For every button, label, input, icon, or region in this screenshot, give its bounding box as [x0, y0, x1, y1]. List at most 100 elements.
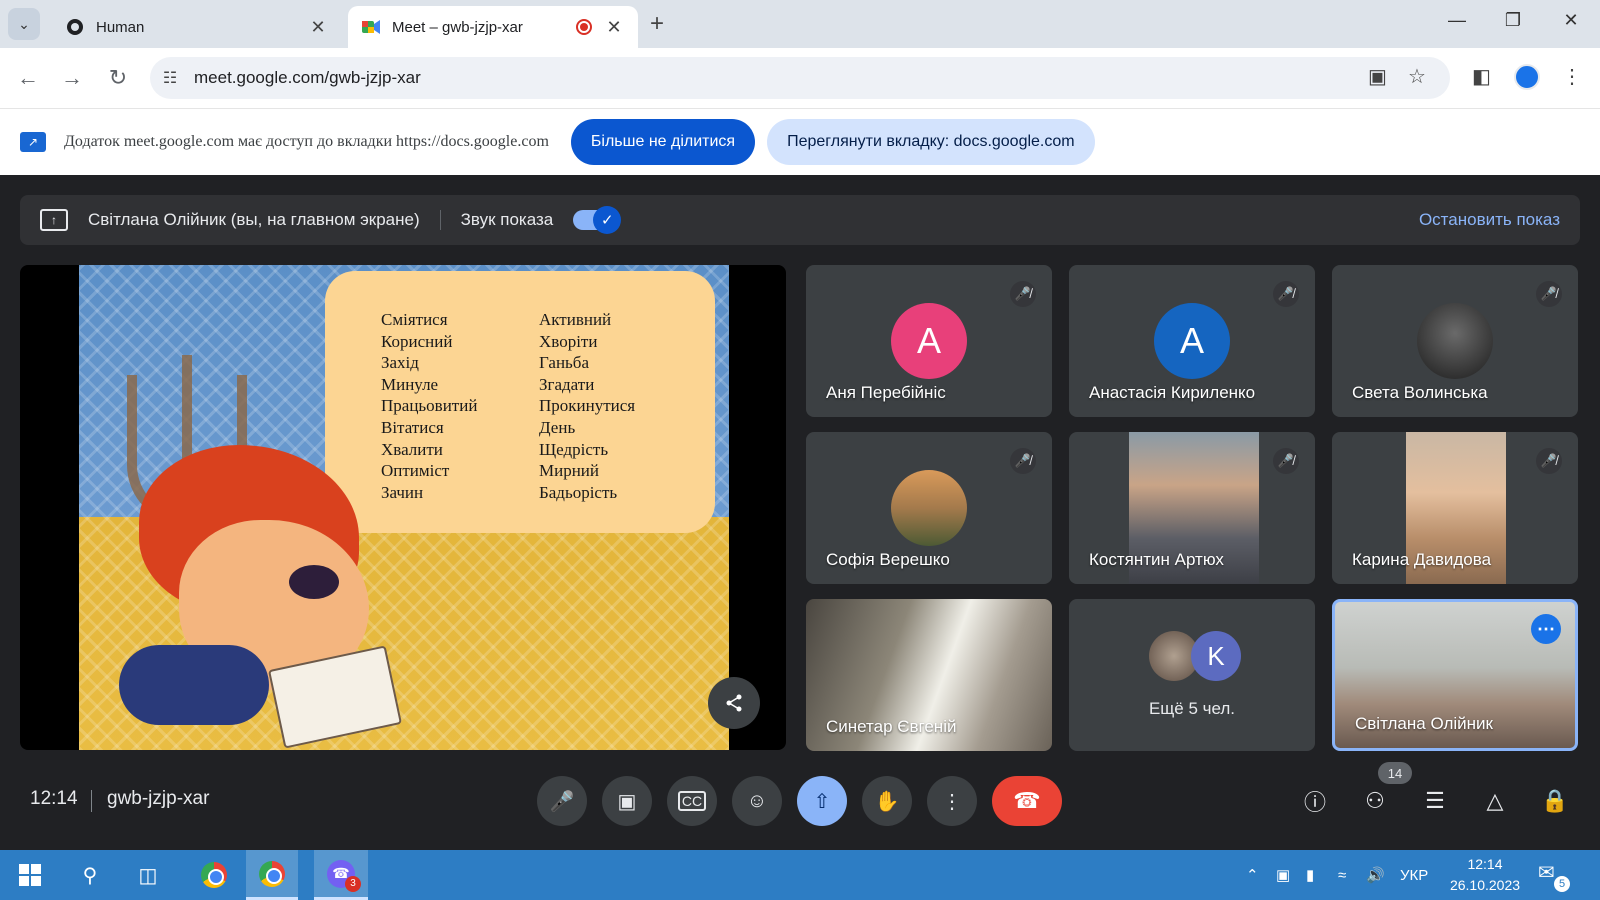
- participant-tile[interactable]: 🎤̸ Софія Верешко: [806, 432, 1052, 584]
- word-column-right: Активний Хворіти Ганьба Згадати Прокинут…: [539, 309, 635, 503]
- participant-name: Анастасія Кириленко: [1089, 383, 1256, 402]
- participant-count-badge: 14: [1378, 762, 1412, 784]
- new-tab-plus-icon[interactable]: +: [650, 10, 664, 38]
- back-arrow-icon[interactable]: ←: [14, 65, 42, 91]
- present-now-button[interactable]: ⇧: [797, 776, 847, 826]
- mic-off-icon: 🎤̸: [1536, 448, 1562, 474]
- avatar: А: [1154, 303, 1230, 379]
- participant-name: Аня Перебійніс: [826, 383, 946, 402]
- tab-meet[interactable]: Meet – gwb-jzjp-xar ✕: [348, 6, 638, 48]
- captions-icon: CC: [677, 791, 707, 811]
- camera-button[interactable]: ▣: [602, 776, 652, 826]
- minimize-icon[interactable]: —: [1442, 10, 1472, 31]
- leave-call-button[interactable]: ☎: [992, 776, 1062, 826]
- microphone-button[interactable]: 🎤: [537, 776, 587, 826]
- word: Працьовитий: [381, 396, 478, 416]
- input-language[interactable]: УКР: [1400, 850, 1428, 900]
- mic-off-icon: 🎤̸: [1010, 448, 1036, 474]
- human-favicon-icon: [66, 18, 84, 36]
- mic-off-icon: 🎤̸: [1273, 281, 1299, 307]
- participant-name: Синетар Євгеній: [826, 717, 957, 736]
- show-hidden-icons-chevron-icon[interactable]: ⌃: [1246, 850, 1259, 900]
- participant-name: Карина Давидова: [1352, 550, 1492, 569]
- site-settings-icon[interactable]: ☷: [150, 68, 190, 88]
- participant-tile[interactable]: Синетар Євгеній: [806, 599, 1052, 751]
- people-icon[interactable]: ⚇: [1358, 784, 1392, 818]
- participant-tile[interactable]: 🎤̸ Костянтин Артюх: [1069, 432, 1315, 584]
- network-icon[interactable]: ≈: [1338, 850, 1346, 900]
- stop-presenting-button[interactable]: Остановить показ: [1419, 210, 1560, 230]
- chrome-taskbar-icon-active[interactable]: [246, 850, 298, 900]
- avatar-photo: [1417, 303, 1493, 379]
- more-options-icon[interactable]: ⋯: [1531, 614, 1561, 644]
- notifications-icon[interactable]: ✉ 5: [1538, 860, 1570, 892]
- participant-tile[interactable]: 🎤̸ Света Волинська: [1332, 265, 1578, 417]
- bookmark-star-icon[interactable]: ☆: [1408, 64, 1426, 89]
- self-tile[interactable]: ⋯ Світлана Олійник: [1332, 599, 1578, 751]
- profile-avatar[interactable]: [1514, 64, 1540, 90]
- close-tab-icon[interactable]: ✕: [308, 17, 328, 38]
- forward-arrow-icon[interactable]: →: [58, 65, 86, 91]
- system-clock[interactable]: 12:14 26.10.2023: [1440, 854, 1530, 896]
- captions-button[interactable]: CC: [667, 776, 717, 826]
- camera-in-use-icon[interactable]: ▣: [1368, 64, 1387, 89]
- viber-taskbar-icon[interactable]: ☎ 3: [314, 850, 368, 900]
- browser-tab-strip: ⌄ Human ✕ Meet – gwb-jzjp-xar ✕ + — ❐ ✕: [0, 0, 1600, 48]
- address-bar[interactable]: ☷ meet.google.com/gwb-jzjp-xar: [150, 57, 1450, 99]
- task-view-icon[interactable]: ◫: [122, 850, 174, 900]
- word: Сміятися: [381, 310, 448, 329]
- security-tray-icon[interactable]: ▣: [1276, 850, 1290, 900]
- reload-icon[interactable]: ↻: [104, 65, 132, 91]
- more-participants-tile[interactable]: K Ещё 5 чел.: [1069, 599, 1315, 751]
- participant-name: Костянтин Артюх: [1089, 550, 1224, 569]
- close-window-icon[interactable]: ✕: [1556, 10, 1586, 31]
- participant-tile[interactable]: 🎤̸ А Анастасія Кириленко: [1069, 265, 1315, 417]
- video-camera-icon: ▣: [617, 790, 637, 813]
- word: Мирний: [539, 461, 600, 481]
- more-participants-label: Ещё 5 чел.: [1148, 699, 1236, 718]
- word-card: Сміятися Корисний Захід Минуле Працьовит…: [325, 271, 715, 533]
- url-text[interactable]: meet.google.com/gwb-jzjp-xar: [194, 68, 1450, 88]
- reactions-button[interactable]: ☺: [732, 776, 782, 826]
- close-tab-icon[interactable]: ✕: [604, 17, 624, 38]
- chat-icon[interactable]: ☰: [1418, 784, 1452, 818]
- viber-badge: 3: [345, 875, 361, 892]
- windows-start-icon[interactable]: [4, 850, 56, 900]
- view-tab-button[interactable]: Переглянути вкладку: docs.google.com: [767, 119, 1095, 165]
- search-icon[interactable]: ⚲: [64, 850, 116, 900]
- tab-search-chevron-icon[interactable]: ⌄: [8, 8, 40, 40]
- more-options-button[interactable]: ⋮: [927, 776, 977, 826]
- slide-image: Сміятися Корисний Захід Минуле Працьовит…: [79, 265, 729, 750]
- word: Активний: [539, 310, 612, 329]
- tab-title: Meet – gwb-jzjp-xar: [392, 18, 523, 36]
- chrome-menu-icon[interactable]: ⋮: [1562, 64, 1582, 89]
- share-audio-toggle[interactable]: ✓: [573, 206, 622, 234]
- volume-icon[interactable]: 🔊: [1366, 850, 1385, 900]
- participant-tile[interactable]: 🎤̸ А Аня Перебійніс: [806, 265, 1052, 417]
- presentation-stage: Сміятися Корисний Захід Минуле Працьовит…: [20, 265, 786, 750]
- side-panel-icon[interactable]: ◧: [1472, 64, 1491, 89]
- hand-icon: ✋: [874, 790, 900, 813]
- notification-badge: 5: [1554, 876, 1570, 892]
- chrome-taskbar-icon[interactable]: [188, 850, 240, 900]
- restore-icon[interactable]: ❐: [1498, 10, 1528, 31]
- windows-taskbar: ⚲ ◫ ☎ 3 ⌃ ▣ ▮ ≈ 🔊 УКР 12:14 26.10.2023 ✉ 5: [0, 850, 1600, 900]
- mic-off-icon: 🎤̸: [1010, 281, 1036, 307]
- word: Згадати: [539, 374, 595, 394]
- host-controls-lock-icon[interactable]: 🔒: [1538, 784, 1572, 818]
- present-screen-icon: ↑: [40, 209, 68, 231]
- meeting-details-icon[interactable]: ⓘ: [1298, 784, 1332, 818]
- participant-tile[interactable]: 🎤̸ Карина Давидова: [1332, 432, 1578, 584]
- presenting-banner: ↑ Світлана Олійник (вы, на главном экран…: [20, 195, 1580, 245]
- battery-icon[interactable]: ▮: [1306, 850, 1314, 900]
- stop-sharing-button[interactable]: Більше не ділитися: [570, 119, 756, 165]
- raise-hand-button[interactable]: ✋: [862, 776, 912, 826]
- tab-human[interactable]: Human ✕: [52, 6, 342, 48]
- share-icon[interactable]: [708, 677, 760, 729]
- word: Хвалити: [381, 439, 443, 459]
- activities-icon[interactable]: △: [1478, 784, 1512, 818]
- mic-off-icon: 🎤̸: [1273, 448, 1299, 474]
- recording-indicator-icon: [576, 19, 592, 35]
- word: Вітатися: [381, 417, 444, 437]
- word: Бадьорість: [539, 482, 618, 502]
